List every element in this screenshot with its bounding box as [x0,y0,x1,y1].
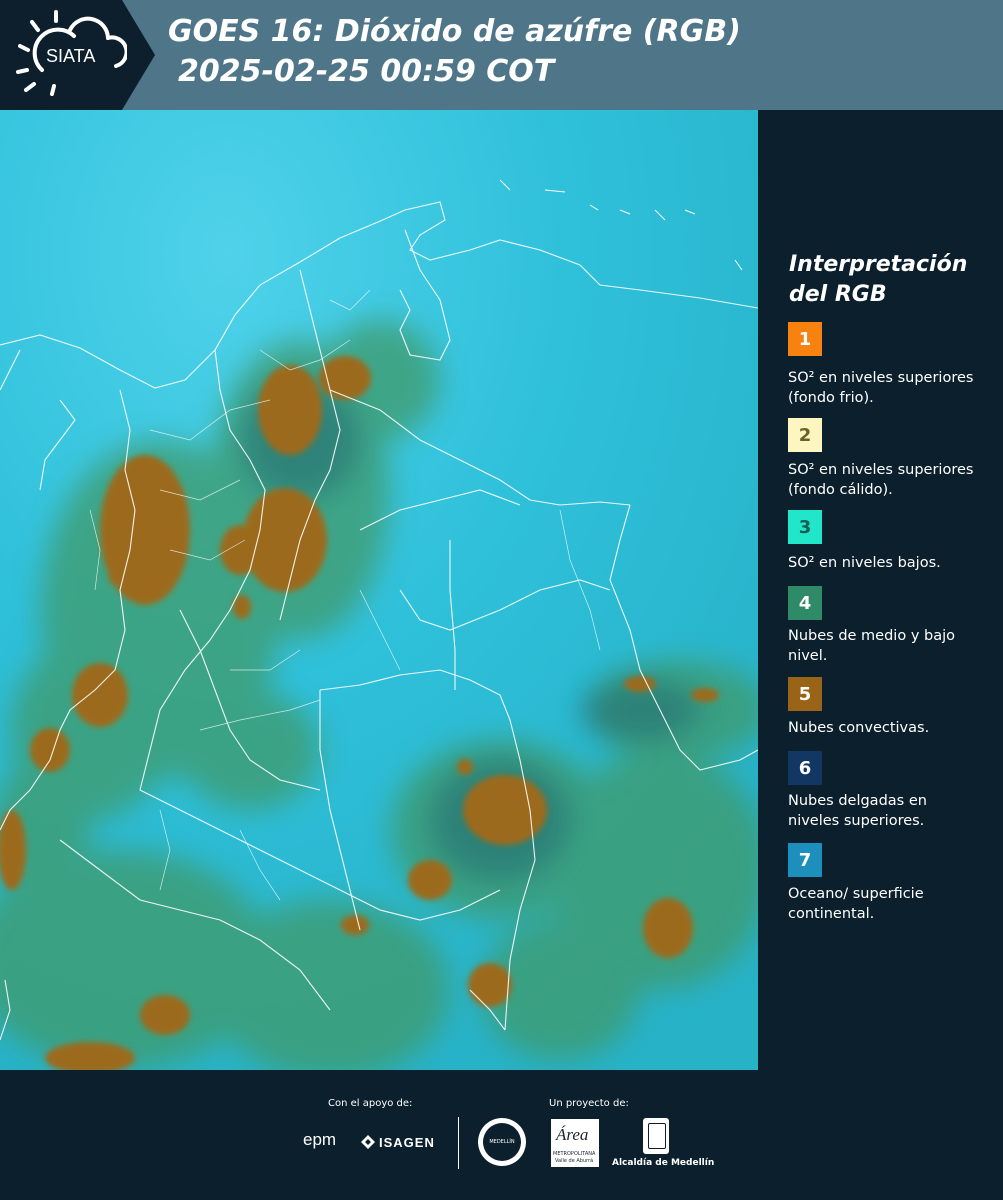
legend-title-line2: del RGB [789,282,887,307]
legend-title-line1: Interpretación [789,252,968,277]
isagen-icon [361,1135,375,1149]
medellin-seal: MEDELLÍN [478,1118,526,1166]
legend-label-6: Nubes delgadas en niveles superiores. [788,793,927,829]
satellite-map[interactable] [0,110,758,1070]
area-logo-sub1: METROPOLITANA [553,1151,596,1157]
legend-number: 7 [798,849,812,871]
legend-panel: Interpretación del RGB 1 SO² en niveles … [758,110,1003,1070]
legend-number: 4 [798,592,812,614]
area-logo-text: Área [556,1125,589,1144]
epm-logo: epm [303,1130,337,1149]
seal-text: MEDELLÍN [489,1139,515,1145]
legend-swatch-7: 7 [788,843,822,877]
area-logo-sub2: Valle de Aburrá [555,1158,594,1164]
legend-number: 2 [798,424,812,446]
footer-divider [458,1117,459,1169]
legend-swatch-3: 3 [788,510,822,544]
logo-panel: SIATA [0,0,155,110]
isagen-text: ISAGEN [379,1134,435,1150]
page-timestamp: 2025-02-25 00:59 COT [178,54,555,89]
legend-swatch-1: 1 [788,322,822,356]
header-bar: SIATA GOES 16: Dióxido de azúfre (RGB) 2… [0,0,1003,110]
legend-swatch-2: 2 [788,418,822,452]
page-title: GOES 16: Dióxido de azúfre (RGB) [168,14,741,49]
legend-number: 6 [798,757,812,779]
legend-label-3: SO² en niveles bajos. [788,555,941,571]
project-label: Un proyecto de: [549,1098,629,1109]
map-canvas [0,110,758,1070]
footer: Con el apoyo de: Un proyecto de: epm ISA… [0,1070,1003,1200]
siata-logo-text: SIATA [46,46,95,66]
isagen-logo: ISAGEN [360,1132,435,1152]
legend-label-5: Nubes convectivas. [788,720,930,736]
legend-label-7: Oceano/ superficie continental. [788,886,924,922]
legend-swatch-4: 4 [788,586,822,620]
siata-logo: SIATA [16,10,127,96]
legend-label-1: SO² en niveles superiores (fondo frio). [788,370,974,406]
alcaldia-text: Alcaldía de Medellín [612,1158,715,1168]
legend-swatch-5: 5 [788,677,822,711]
legend-number: 3 [798,516,812,538]
legend-number: 5 [798,683,812,705]
legend-number: 1 [798,328,812,350]
legend-label-4: Nubes de medio y bajo nivel. [788,628,955,664]
legend-title: Interpretación del RGB [789,250,979,310]
support-label: Con el apoyo de: [328,1098,413,1109]
legend-swatch-6: 6 [788,751,822,785]
area-metropolitana-logo: Área METROPOLITANA Valle de Aburrá [551,1119,599,1167]
alcaldia-logo [643,1118,669,1154]
